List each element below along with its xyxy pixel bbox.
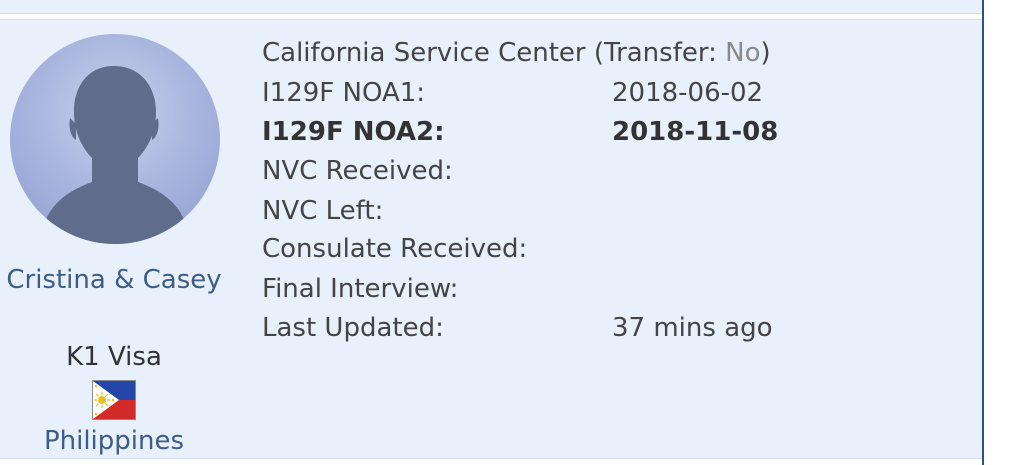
transfer-suffix: ) <box>760 38 771 68</box>
right-border <box>982 0 984 465</box>
philippines-flag-icon <box>92 380 136 420</box>
row-value: 2018-06-02 <box>612 78 764 108</box>
row-value: 2018-11-08 <box>612 117 779 147</box>
row-final-interview: Final Interview: <box>262 270 962 308</box>
row-last-updated: Last Updated: 37 mins ago <box>262 309 962 347</box>
visa-type: K1 Visa <box>66 342 162 372</box>
row-label: NVC Left: <box>262 196 384 226</box>
row-i129f-noa1: I129F NOA1: 2018-06-02 <box>262 74 962 112</box>
member-name-link[interactable]: Cristina & Casey <box>0 261 228 299</box>
country-link[interactable]: Philippines <box>0 422 228 460</box>
row-nvc-received: NVC Received: <box>262 152 962 190</box>
row-label: I129F NOA2: <box>262 117 445 147</box>
row-consulate-received: Consulate Received: <box>262 230 962 268</box>
row-nvc-left: NVC Left: <box>262 192 962 230</box>
row-value: 37 mins ago <box>612 313 773 343</box>
service-center-name: California Service Center <box>262 38 586 68</box>
row-label: NVC Received: <box>262 156 453 186</box>
user-silhouette-icon[interactable] <box>10 34 220 244</box>
row-i129f-noa2: I129F NOA2: 2018-11-08 <box>262 113 962 151</box>
row-label: Consulate Received: <box>262 234 528 264</box>
timeline-entry-card: Cristina & Casey K1 Visa Philippines Cal… <box>0 19 982 459</box>
previous-entry-strip <box>0 0 983 14</box>
transfer-value: No <box>725 38 761 68</box>
next-entry-gap <box>0 459 982 465</box>
service-center-line: California Service Center (Transfer: No) <box>262 34 771 72</box>
transfer-prefix: (Transfer: <box>593 38 726 68</box>
row-label: Final Interview: <box>262 274 459 304</box>
row-label: I129F NOA1: <box>262 78 426 108</box>
row-label: Last Updated: <box>262 313 444 343</box>
